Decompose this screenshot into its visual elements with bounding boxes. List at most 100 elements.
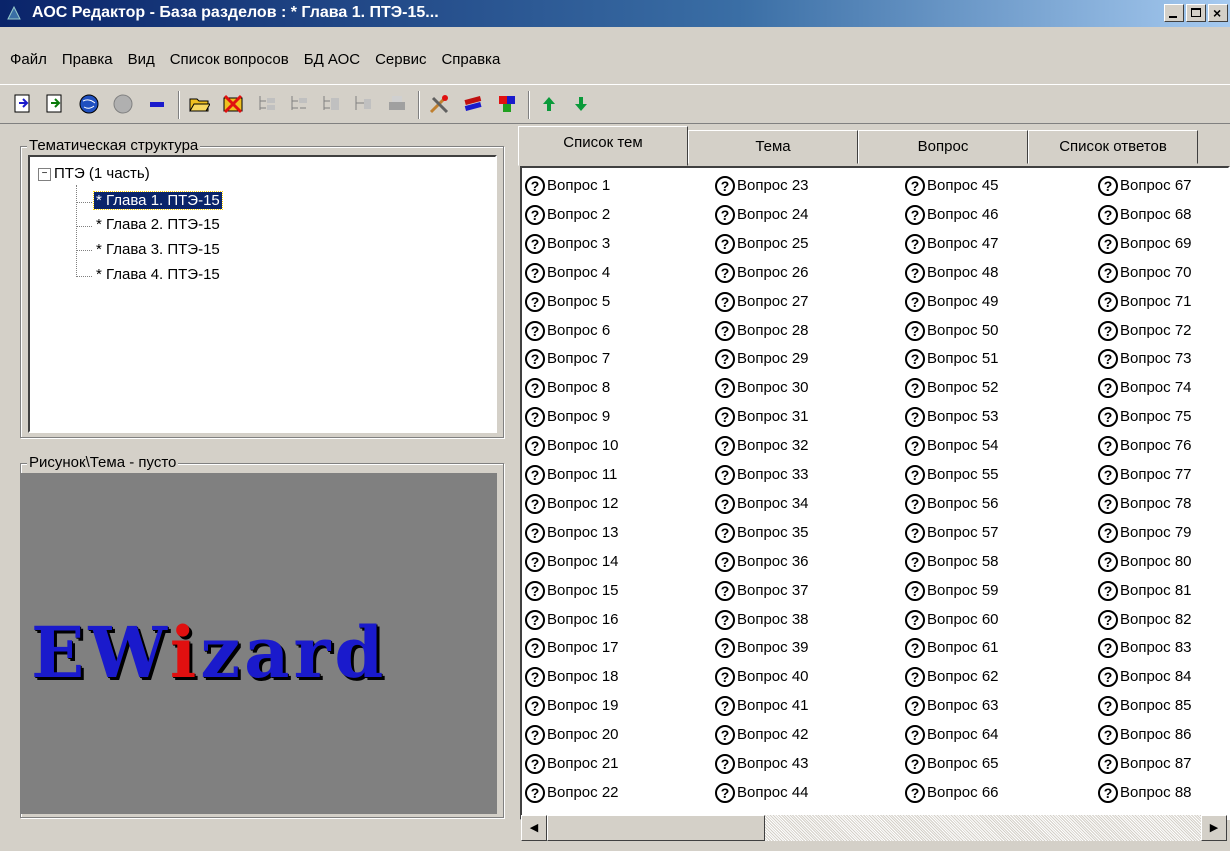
scroll-thumb[interactable] xyxy=(547,815,765,841)
question-item[interactable]: ? Вопрос 83 xyxy=(1098,636,1192,660)
question-item[interactable]: ? Вопрос 80 xyxy=(1098,550,1192,574)
question-item[interactable]: ? Вопрос 10 xyxy=(525,434,619,458)
tab-topic-list[interactable]: Список тем xyxy=(518,126,688,166)
menu-view[interactable]: Вид xyxy=(128,51,155,68)
question-item[interactable]: ? Вопрос 56 xyxy=(905,492,999,516)
question-item[interactable]: ? Вопрос 32 xyxy=(715,434,809,458)
question-item[interactable]: ? Вопрос 61 xyxy=(905,636,999,660)
scroll-left-button[interactable]: ◀ xyxy=(521,815,547,841)
question-list[interactable]: ? Вопрос 1? Вопрос 2? Вопрос 3? Вопрос 4? Воп… xyxy=(520,166,1230,820)
question-item[interactable]: ? Вопрос 35 xyxy=(715,521,809,545)
question-item[interactable]: ? Вопрос 66 xyxy=(905,781,999,805)
menu-database[interactable]: БД АОС xyxy=(304,51,360,68)
question-item[interactable]: ? Вопрос 53 xyxy=(905,405,999,429)
question-item[interactable]: ? Вопрос 33 xyxy=(715,463,809,487)
question-item[interactable]: ? Вопрос 50 xyxy=(905,319,999,343)
question-item[interactable]: ? Вопрос 9 xyxy=(525,405,610,429)
arrow-down-icon[interactable] xyxy=(570,93,592,115)
question-item[interactable]: ? Вопрос 88 xyxy=(1098,781,1192,805)
question-item[interactable]: ? Вопрос 70 xyxy=(1098,261,1192,285)
question-item[interactable]: ? Вопрос 51 xyxy=(905,347,999,371)
question-item[interactable]: ? Вопрос 31 xyxy=(715,405,809,429)
question-item[interactable]: ? Вопрос 69 xyxy=(1098,232,1192,256)
tree-outdent-icon[interactable] xyxy=(352,93,374,115)
question-item[interactable]: ? Вопрос 54 xyxy=(905,434,999,458)
question-item[interactable]: ? Вопрос 67 xyxy=(1098,174,1192,198)
export-icon[interactable] xyxy=(44,93,66,115)
question-item[interactable]: ? Вопрос 12 xyxy=(525,492,619,516)
question-item[interactable]: ? Вопрос 22 xyxy=(525,781,619,805)
question-item[interactable]: ? Вопрос 49 xyxy=(905,290,999,314)
colors-icon[interactable] xyxy=(496,93,518,115)
topic-tree[interactable]: − ПТЭ (1 часть) * Глава 1. ПТЭ-15 * Глава… xyxy=(28,155,497,433)
tab-question[interactable]: Вопрос xyxy=(858,130,1028,164)
question-item[interactable]: ? Вопрос 40 xyxy=(715,665,809,689)
question-item[interactable]: ? Вопрос 37 xyxy=(715,579,809,603)
tree-root-node[interactable]: − ПТЭ (1 часть) xyxy=(38,165,150,182)
question-item[interactable]: ? Вопрос 27 xyxy=(715,290,809,314)
menu-file[interactable]: Файл xyxy=(10,51,47,68)
question-item[interactable]: ? Вопрос 8 xyxy=(525,376,610,400)
question-item[interactable]: ? Вопрос 78 xyxy=(1098,492,1192,516)
open-folder-icon[interactable] xyxy=(188,93,210,115)
question-item[interactable]: ? Вопрос 62 xyxy=(905,665,999,689)
question-item[interactable]: ? Вопрос 14 xyxy=(525,550,619,574)
question-item[interactable]: ? Вопрос 47 xyxy=(905,232,999,256)
tree-item-chapter-3[interactable]: * Глава 3. ПТЭ-15 xyxy=(94,241,222,258)
question-item[interactable]: ? Вопрос 59 xyxy=(905,579,999,603)
menu-question-list[interactable]: Список вопросов xyxy=(170,51,289,68)
question-item[interactable]: ? Вопрос 36 xyxy=(715,550,809,574)
question-item[interactable]: ? Вопрос 72 xyxy=(1098,319,1192,343)
question-item[interactable]: ? Вопрос 76 xyxy=(1098,434,1192,458)
question-item[interactable]: ? Вопрос 4 xyxy=(525,261,610,285)
question-item[interactable]: ? Вопрос 68 xyxy=(1098,203,1192,227)
menu-help[interactable]: Справка xyxy=(441,51,500,68)
question-item[interactable]: ? Вопрос 57 xyxy=(905,521,999,545)
question-item[interactable]: ? Вопрос 63 xyxy=(905,694,999,718)
question-item[interactable]: ? Вопрос 75 xyxy=(1098,405,1192,429)
question-item[interactable]: ? Вопрос 44 xyxy=(715,781,809,805)
question-item[interactable]: ? Вопрос 71 xyxy=(1098,290,1192,314)
globe-icon[interactable] xyxy=(78,93,100,115)
question-item[interactable]: ? Вопрос 58 xyxy=(905,550,999,574)
question-item[interactable]: ? Вопрос 77 xyxy=(1098,463,1192,487)
question-item[interactable]: ? Вопрос 81 xyxy=(1098,579,1192,603)
question-item[interactable]: ? Вопрос 86 xyxy=(1098,723,1192,747)
question-item[interactable]: ? Вопрос 20 xyxy=(525,723,619,747)
question-item[interactable]: ? Вопрос 30 xyxy=(715,376,809,400)
question-item[interactable]: ? Вопрос 55 xyxy=(905,463,999,487)
question-item[interactable]: ? Вопрос 15 xyxy=(525,579,619,603)
question-item[interactable]: ? Вопрос 6 xyxy=(525,319,610,343)
tree-item-chapter-2[interactable]: * Глава 2. ПТЭ-15 xyxy=(94,216,222,233)
horizontal-scrollbar[interactable]: ◀ ▶ xyxy=(521,815,1227,841)
question-item[interactable]: ? Вопрос 64 xyxy=(905,723,999,747)
question-item[interactable]: ? Вопрос 39 xyxy=(715,636,809,660)
tree-indent-icon[interactable] xyxy=(320,93,342,115)
question-item[interactable]: ? Вопрос 18 xyxy=(525,665,619,689)
menu-service[interactable]: Сервис xyxy=(375,51,426,68)
minus-icon[interactable] xyxy=(146,93,168,115)
question-item[interactable]: ? Вопрос 23 xyxy=(715,174,809,198)
arrow-up-icon[interactable] xyxy=(538,93,560,115)
tree-add-icon[interactable] xyxy=(256,93,278,115)
question-item[interactable]: ? Вопрос 3 xyxy=(525,232,610,256)
question-item[interactable]: ? Вопрос 87 xyxy=(1098,752,1192,776)
question-item[interactable]: ? Вопрос 45 xyxy=(905,174,999,198)
question-item[interactable]: ? Вопрос 34 xyxy=(715,492,809,516)
tab-topic[interactable]: Тема xyxy=(688,130,858,164)
question-item[interactable]: ? Вопрос 29 xyxy=(715,347,809,371)
question-item[interactable]: ? Вопрос 1 xyxy=(525,174,610,198)
question-item[interactable]: ? Вопрос 85 xyxy=(1098,694,1192,718)
question-item[interactable]: ? Вопрос 73 xyxy=(1098,347,1192,371)
import-icon[interactable] xyxy=(12,93,34,115)
question-item[interactable]: ? Вопрос 46 xyxy=(905,203,999,227)
question-item[interactable]: ? Вопрос 5 xyxy=(525,290,610,314)
scroll-right-button[interactable]: ▶ xyxy=(1201,815,1227,841)
question-item[interactable]: ? Вопрос 82 xyxy=(1098,608,1192,632)
tools-icon[interactable] xyxy=(428,93,450,115)
print-icon[interactable] xyxy=(386,93,408,115)
question-item[interactable]: ? Вопрос 25 xyxy=(715,232,809,256)
question-item[interactable]: ? Вопрос 21 xyxy=(525,752,619,776)
question-item[interactable]: ? Вопрос 38 xyxy=(715,608,809,632)
question-item[interactable]: ? Вопрос 42 xyxy=(715,723,809,747)
